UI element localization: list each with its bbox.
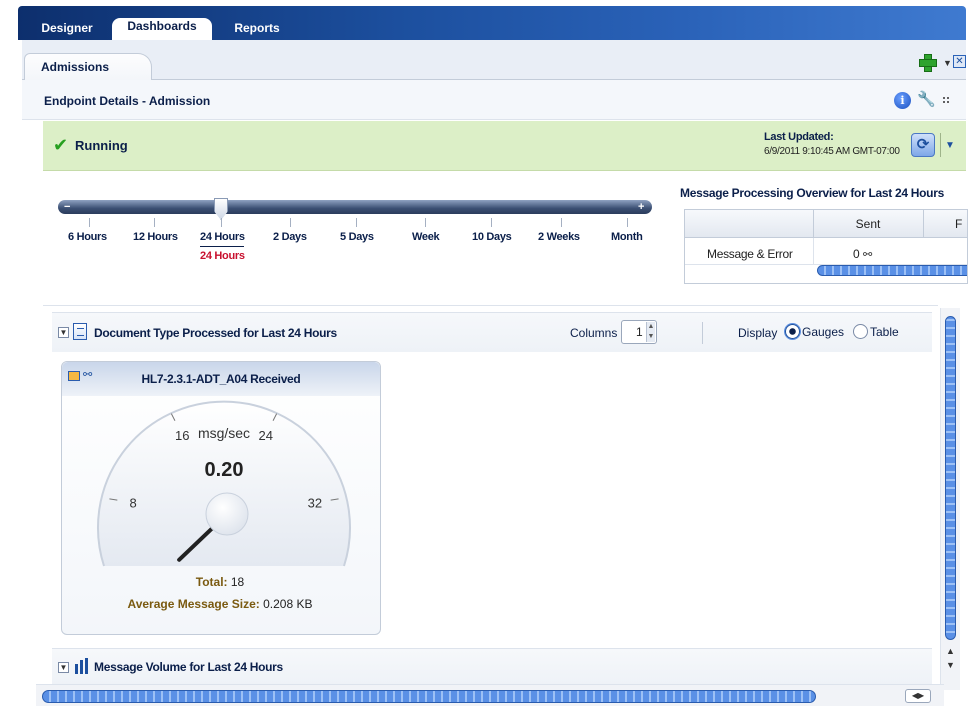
horizontal-scrollbar[interactable] — [817, 265, 967, 276]
tick — [221, 218, 222, 227]
bar-chart-icon — [74, 658, 90, 674]
table-header-blank — [685, 210, 813, 238]
time-range-slider[interactable]: − + — [58, 200, 652, 214]
avg-size-value: 0.208 — [263, 597, 294, 611]
columns-stepper[interactable]: 1 ▲ ▼ — [621, 320, 657, 344]
horizontal-scrollbar[interactable]: ◀▶ — [36, 684, 944, 706]
tick — [290, 218, 291, 227]
refresh-icon[interactable]: ⟳ — [911, 133, 935, 157]
range-option-5-days[interactable]: 5 Days — [340, 231, 374, 243]
sent-value[interactable]: 0 ⚯ — [853, 247, 872, 261]
collapse-icon[interactable]: ▼ — [58, 327, 69, 338]
top-tab-bar: Designer Dashboards Reports — [18, 6, 966, 40]
tick — [154, 218, 155, 227]
selected-underline — [200, 246, 244, 247]
chevron-down-icon[interactable]: ▼ — [943, 58, 952, 68]
tick — [561, 218, 562, 227]
tick — [491, 218, 492, 227]
status-label: Running — [75, 138, 128, 153]
page-title: Endpoint Details - Admission — [44, 94, 211, 108]
divider — [940, 133, 941, 157]
endpoint-header: Endpoint Details - Admission i 🔧 — [22, 80, 966, 120]
gauge-title: HL7-2.3.1-ADT_A04 Received — [141, 372, 301, 386]
chevron-down-icon[interactable]: ▼ — [945, 140, 955, 151]
radio-label-gauges[interactable]: Gauges — [802, 325, 844, 339]
collapse-icon[interactable]: ▼ — [58, 662, 69, 673]
vertical-scrollbar[interactable]: ▲ ▼ — [940, 308, 960, 690]
range-option-12-hours[interactable]: 12 Hours — [133, 231, 178, 243]
columns-label: Columns — [570, 326, 618, 340]
divider — [702, 322, 703, 344]
range-option-2-weeks[interactable]: 2 Weeks — [538, 231, 580, 243]
scroll-arrows[interactable]: ◀▶ — [905, 689, 931, 703]
display-label: Display — [738, 326, 778, 340]
doc-panel-header: ▼ Document Type Processed for Last 24 Ho… — [52, 312, 932, 352]
range-option-month[interactable]: Month — [611, 231, 643, 243]
selected-range-label: 24 Hours — [200, 250, 245, 262]
sent-count: 0 — [853, 247, 860, 261]
tick — [89, 218, 90, 227]
status-bar: ✔ Running Last Updated: 6/9/2011 9:10:45… — [43, 121, 966, 171]
tab-admissions[interactable]: Admissions — [24, 53, 152, 80]
gauge-scale-label: 24 — [259, 428, 273, 443]
grip-icon[interactable] — [942, 96, 950, 104]
total-label: Total: — [195, 575, 228, 589]
total-value: 18 — [230, 575, 245, 589]
doc-panel-title: Document Type Processed for Last 24 Hour… — [94, 326, 337, 340]
gauge-scale-label: 16 — [175, 428, 189, 443]
chevron-down-icon[interactable]: ▼ — [946, 660, 955, 670]
range-option-2-days[interactable]: 2 Days — [273, 231, 307, 243]
last-updated-value: 6/9/2011 9:10:45 AM GMT-07:00 — [764, 146, 900, 157]
gauge-scale-label: 32 — [308, 496, 322, 511]
info-icon[interactable]: i — [894, 92, 911, 109]
tab-reports[interactable]: Reports — [222, 20, 292, 40]
gauge-average-size: Average Message Size: 0.208 KB — [0, 597, 440, 611]
gauge: msg/sec 0.20 0816243240 — [97, 400, 351, 576]
gauge-value: 0.20 — [205, 459, 244, 481]
gauge-hub — [205, 492, 249, 536]
range-option-week[interactable]: Week — [412, 231, 440, 243]
minus-icon[interactable]: − — [64, 202, 70, 213]
plus-icon[interactable] — [919, 54, 937, 72]
tick — [627, 218, 628, 227]
last-updated-label: Last Updated: — [764, 131, 834, 143]
plus-icon[interactable]: + — [638, 202, 644, 213]
chevron-down-icon[interactable]: ▼ — [646, 332, 655, 342]
close-icon[interactable]: ✕ — [953, 55, 966, 68]
gauge-unit: msg/sec — [198, 425, 250, 441]
slider-thumb[interactable] — [214, 198, 228, 220]
divider — [813, 238, 814, 264]
tick — [425, 218, 426, 227]
chevron-up-icon[interactable]: ▲ — [946, 646, 955, 656]
document-icon — [73, 323, 87, 340]
scrollbar-thumb[interactable] — [945, 316, 956, 640]
overview-title: Message Processing Overview for Last 24 … — [680, 186, 944, 200]
columns-value: 1 — [636, 325, 643, 339]
gauge-scale-label: 8 — [130, 496, 137, 511]
volume-panel-header: ▼ Message Volume for Last 24 Hours — [52, 648, 932, 686]
scrollbar-thumb[interactable] — [42, 690, 816, 703]
range-option-6-hours[interactable]: 6 Hours — [68, 231, 107, 243]
avg-size-unit: KB — [296, 597, 313, 611]
avg-size-label: Average Message Size: — [127, 597, 260, 611]
radio-label-table[interactable]: Table — [870, 325, 899, 339]
row-label: Message & Error — [707, 247, 793, 261]
tick — [356, 218, 357, 227]
overview-table: Sent F Message & Error 0 ⚯ — [684, 209, 968, 284]
chevron-up-icon[interactable]: ▲ — [646, 322, 655, 332]
gauge-total: Total: 18 — [0, 575, 440, 589]
wrench-icon[interactable]: 🔧 — [917, 91, 936, 109]
tab-designer[interactable]: Designer — [32, 20, 102, 40]
column-header-cut: F — [955, 217, 963, 231]
checkmark-icon: ✔ — [53, 135, 69, 155]
tab-dashboards[interactable]: Dashboards — [112, 18, 212, 40]
volume-panel-title: Message Volume for Last 24 Hours — [94, 660, 283, 674]
column-header-sent: Sent — [855, 217, 881, 231]
dashboard-tab-strip: Admissions ▼ ✕ — [22, 40, 966, 80]
range-option-24-hours[interactable]: 24 Hours — [200, 231, 245, 243]
glasses-icon[interactable]: ⚯ — [863, 249, 872, 261]
radio-table[interactable] — [853, 324, 868, 339]
range-option-10-days[interactable]: 10 Days — [472, 231, 512, 243]
radio-gauges[interactable] — [785, 324, 800, 339]
